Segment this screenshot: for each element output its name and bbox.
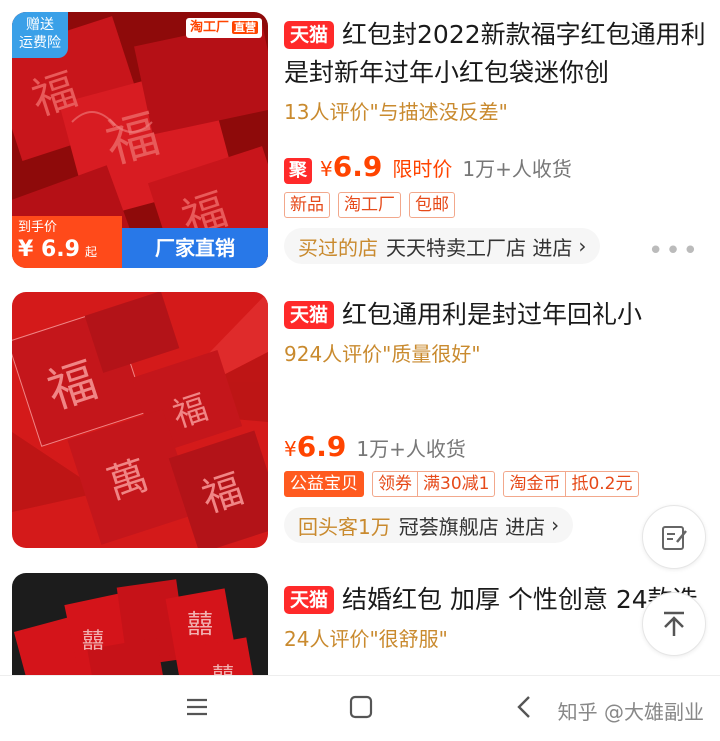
tag-list: 公益宝贝 领券 满30减1 淘金币 抵0.2元 xyxy=(284,471,708,497)
shop-link[interactable]: 回头客1万 冠荟旗舰店 进店 › xyxy=(284,507,574,543)
tmall-badge: 天猫 xyxy=(284,21,335,49)
sold-count: 1万+人收货 xyxy=(356,437,466,461)
taojinbi-tag: 淘金币 抵0.2元 xyxy=(503,471,639,497)
price-row: ¥ 6.9 1万+人收货 xyxy=(284,430,466,463)
red-envelope-fan-photo: 福 福 萬 福 xyxy=(12,292,268,548)
product-card-3[interactable]: 囍 囍 囍 天猫结婚红包 加厚 个性创意 24款选 24人评价"很舒服" xyxy=(0,565,720,675)
tag: 淘工厂 xyxy=(338,192,401,218)
chevron-right-icon: › xyxy=(578,234,587,258)
svg-text:囍: 囍 xyxy=(187,610,213,640)
product-image[interactable]: 囍 囍 囍 xyxy=(12,573,268,675)
back-to-top-icon xyxy=(664,611,684,636)
tag: 包邮 xyxy=(409,192,455,218)
hand-price-badge: 到手价 ¥ 6.9 起 xyxy=(12,216,122,268)
more-dots-icon[interactable]: ••• xyxy=(648,236,700,266)
menu-icon[interactable] xyxy=(184,694,210,720)
edit-note-button[interactable] xyxy=(642,505,706,569)
sold-count: 1万+人收货 xyxy=(462,157,572,181)
wedding-envelope-photo: 囍 囍 囍 xyxy=(12,573,268,675)
product-card-2[interactable]: 福 福 萬 福 天猫 红包通用利是封过年回礼小 924人评价"质量很好" ¥ 6.… xyxy=(0,280,720,565)
edit-note-icon xyxy=(662,526,687,550)
home-square-icon[interactable] xyxy=(348,694,374,720)
charity-tag: 公益宝贝 xyxy=(284,471,364,497)
tag-list: 新品 淘工厂 包邮 xyxy=(284,192,708,218)
tmall-badge: 天猫 xyxy=(284,301,335,329)
limited-price-label: 限时价 xyxy=(392,157,453,181)
product-card-1[interactable]: 福 福 福 赠送 运费险 淘工厂 直营 到手价 ¥ 6.9 起 厂家直销 天猫 红包… xyxy=(0,0,720,280)
product-title[interactable]: 天猫 红包封2022新款福字红包通用利是封新年过年小红包袋迷你创 xyxy=(284,16,708,92)
product-title[interactable]: 天猫 红包通用利是封过年回礼小 xyxy=(284,296,708,334)
chevron-right-icon: › xyxy=(551,513,560,537)
review-summary: 924人评价"质量很好" xyxy=(284,342,481,366)
tag: 新品 xyxy=(284,192,330,218)
shop-link[interactable]: 买过的店 天天特卖工厂店 进店 › xyxy=(284,228,601,264)
review-summary: 13人评价"与描述没反差" xyxy=(284,100,508,124)
tmall-badge: 天猫 xyxy=(284,586,335,614)
watermark: 知乎 @大雄副业 xyxy=(557,700,704,724)
svg-text:囍: 囍 xyxy=(212,664,234,675)
svg-text:囍: 囍 xyxy=(82,629,104,654)
price: 6.9 xyxy=(332,150,383,183)
shipping-insurance-badge: 赠送 运费险 xyxy=(12,12,68,58)
coupon-tag[interactable]: 领券 满30减1 xyxy=(372,471,496,497)
price: 6.9 xyxy=(296,430,347,463)
ju-promo-icon: 聚 xyxy=(284,158,312,184)
product-image[interactable]: 福 福 萬 福 xyxy=(12,292,268,548)
system-nav-bar: 知乎 @大雄副业 xyxy=(0,675,720,741)
product-image[interactable]: 福 福 福 赠送 运费险 淘工厂 直营 到手价 ¥ 6.9 起 厂家直销 xyxy=(12,12,268,268)
price-row: 聚 ¥ 6.9 限时价 1万+人收货 xyxy=(284,150,708,184)
factory-brand-badge: 淘工厂 直营 xyxy=(185,18,262,38)
direct-sale-banner: 厂家直销 xyxy=(122,228,268,268)
back-to-top-button[interactable] xyxy=(642,592,706,656)
back-chevron-icon[interactable] xyxy=(512,694,538,720)
